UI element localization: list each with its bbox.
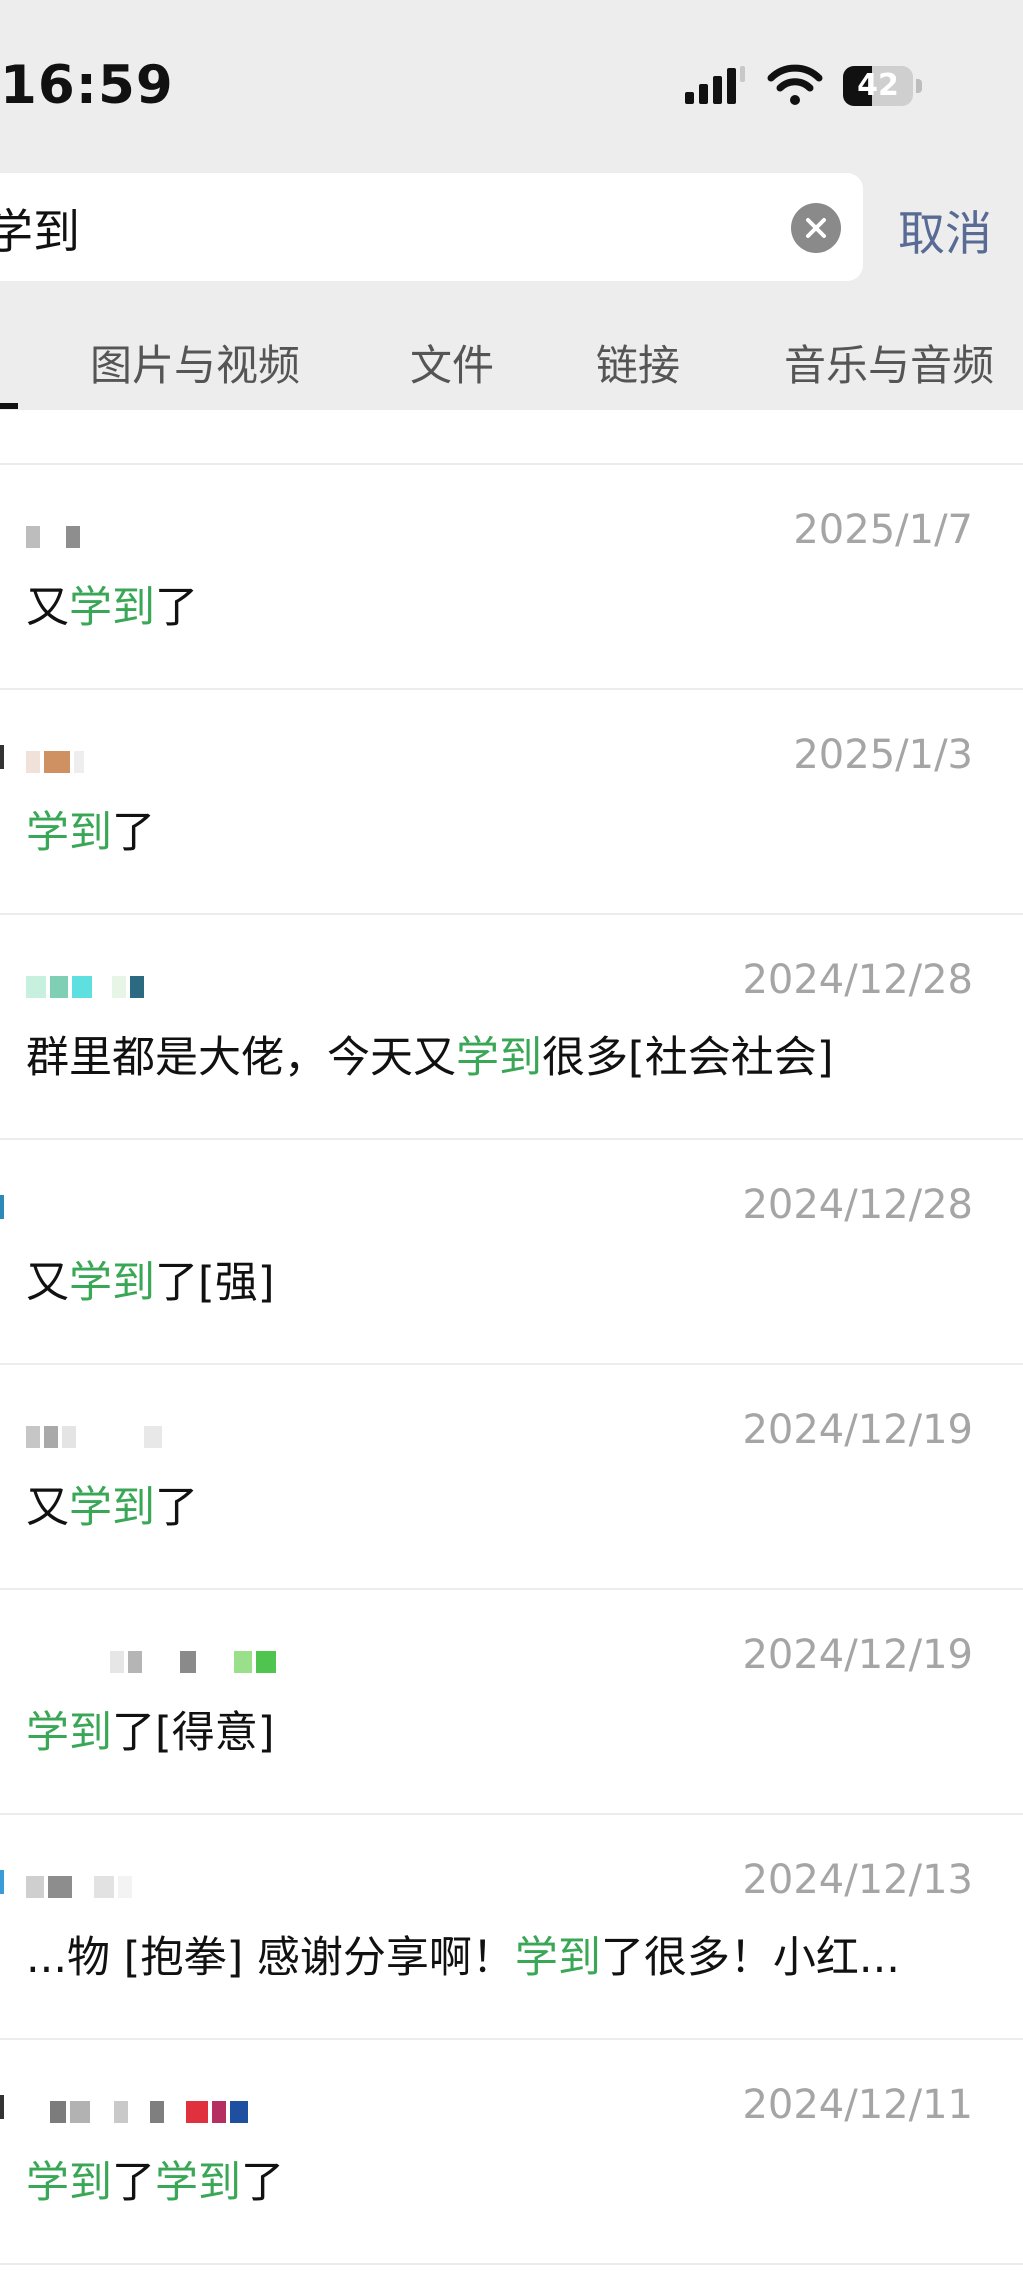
cancel-button[interactable]: 取消 — [898, 195, 992, 264]
sender-name-blurred — [26, 1648, 276, 1676]
result-message-text: ...物 [抱拳] 感谢分享啊！学到了很多！小红... — [26, 1923, 900, 1985]
tab-links[interactable]: 链接 — [596, 332, 680, 393]
message-segment: 了 — [155, 583, 198, 633]
result-date: 2024/12/11 — [742, 2082, 973, 2128]
tab-images-videos[interactable]: 图片与视频 — [90, 332, 300, 393]
sender-name-blurred — [26, 1423, 162, 1451]
search-result-item[interactable]: 2024/12/28 又学到了[强] — [0, 1140, 1023, 1365]
message-segment: 了 — [155, 1483, 198, 1533]
search-result-item[interactable]: 2024/12/28 群里都是大佬，今天又学到很多[社会社会] — [0, 915, 1023, 1140]
message-segment: 又 — [26, 1258, 69, 1308]
message-segment: 了[得意] — [112, 1708, 275, 1758]
keyword-highlight: 学到 — [456, 1033, 542, 1083]
search-box[interactable] — [0, 173, 863, 281]
clear-search-button[interactable] — [791, 203, 841, 253]
message-segment: ...物 [抱拳] 感谢分享啊！ — [26, 1933, 515, 1983]
keyword-highlight: 学到 — [69, 583, 155, 633]
keyword-highlight: 学到 — [514, 1933, 601, 1983]
message-segment: 了[强] — [155, 1258, 275, 1308]
search-result-item[interactable]: 2024/12/19 学到了[得意] — [0, 1590, 1023, 1815]
search-input[interactable] — [0, 191, 746, 263]
divider — [0, 2263, 1023, 2265]
keyword-highlight: 学到 — [69, 1258, 155, 1308]
avatar-edge — [0, 1870, 4, 1894]
message-segment: 了很多！小红... — [600, 1933, 900, 1983]
message-segment: 了 — [241, 2158, 284, 2208]
avatar-edge — [0, 2095, 4, 2119]
result-date: 2024/12/28 — [742, 957, 973, 1003]
result-date: 2024/12/13 — [742, 1857, 973, 1903]
result-date: 2024/12/28 — [742, 1182, 973, 1228]
battery-icon: 42 — [843, 66, 923, 106]
sender-name-blurred — [26, 973, 144, 1001]
avatar-edge — [0, 1195, 4, 1219]
avatar-edge — [0, 745, 4, 769]
wifi-icon — [767, 64, 823, 105]
search-result-item[interactable]: 2025/1/3 学到了 — [0, 690, 1023, 915]
status-time: 16:59 — [0, 55, 174, 116]
keyword-highlight: 学到 — [26, 2158, 112, 2208]
result-message-text: 学到了学到了 — [26, 2148, 284, 2210]
sender-name-blurred — [26, 1873, 132, 1901]
search-result-item[interactable]: 2024/12/11 学到了学到了 — [0, 2040, 1023, 2265]
result-date: 2024/12/19 — [742, 1407, 973, 1453]
sender-name-blurred — [26, 523, 80, 551]
active-tab-indicator — [0, 403, 18, 409]
filter-tabs: 图片与视频 文件 链接 音乐与音频 — [0, 320, 1023, 410]
message-segment: 了 — [112, 2158, 155, 2208]
search-result-item[interactable]: 2025/1/7 又学到了 — [0, 465, 1023, 690]
result-date: 2024/12/19 — [742, 1632, 973, 1678]
message-segment: 了 — [112, 808, 155, 858]
message-segment: 又 — [26, 583, 69, 633]
search-result-item[interactable]: 2024/12/13 ...物 [抱拳] 感谢分享啊！学到了很多！小红... — [0, 1815, 1023, 2040]
result-date: 2025/1/3 — [793, 732, 973, 778]
keyword-highlight: 学到 — [155, 2158, 241, 2208]
message-segment: 又 — [26, 1483, 69, 1533]
search-result-item[interactable]: 2024/12/19 又学到了 — [0, 1365, 1023, 1590]
tab-files[interactable]: 文件 — [410, 332, 494, 393]
result-message-text: 学到了[得意] — [26, 1698, 275, 1760]
result-message-text: 又学到了 — [26, 573, 198, 635]
keyword-highlight: 学到 — [26, 808, 112, 858]
result-message-text: 又学到了[强] — [26, 1248, 275, 1310]
result-message-text: 学到了 — [26, 798, 155, 860]
top-bar: 16:59 42 取消 — [0, 0, 1023, 410]
result-message-text: 又学到了 — [26, 1473, 198, 1535]
sender-name-blurred — [26, 2098, 248, 2126]
result-message-text: 群里都是大佬，今天又学到很多[社会社会] — [26, 1023, 834, 1085]
tab-music-audio[interactable]: 音乐与音频 — [784, 332, 994, 393]
message-segment: 群里都是大佬，今天又 — [26, 1033, 456, 1083]
result-date: 2025/1/7 — [793, 507, 973, 553]
signal-icon — [685, 66, 745, 104]
message-segment: 很多[社会社会] — [542, 1033, 834, 1083]
keyword-highlight: 学到 — [26, 1708, 112, 1758]
battery-level: 42 — [857, 68, 899, 103]
clear-icon — [806, 218, 826, 238]
sender-name-blurred — [26, 748, 84, 776]
keyword-highlight: 学到 — [69, 1483, 155, 1533]
sender-name-blurred — [26, 1198, 46, 1226]
